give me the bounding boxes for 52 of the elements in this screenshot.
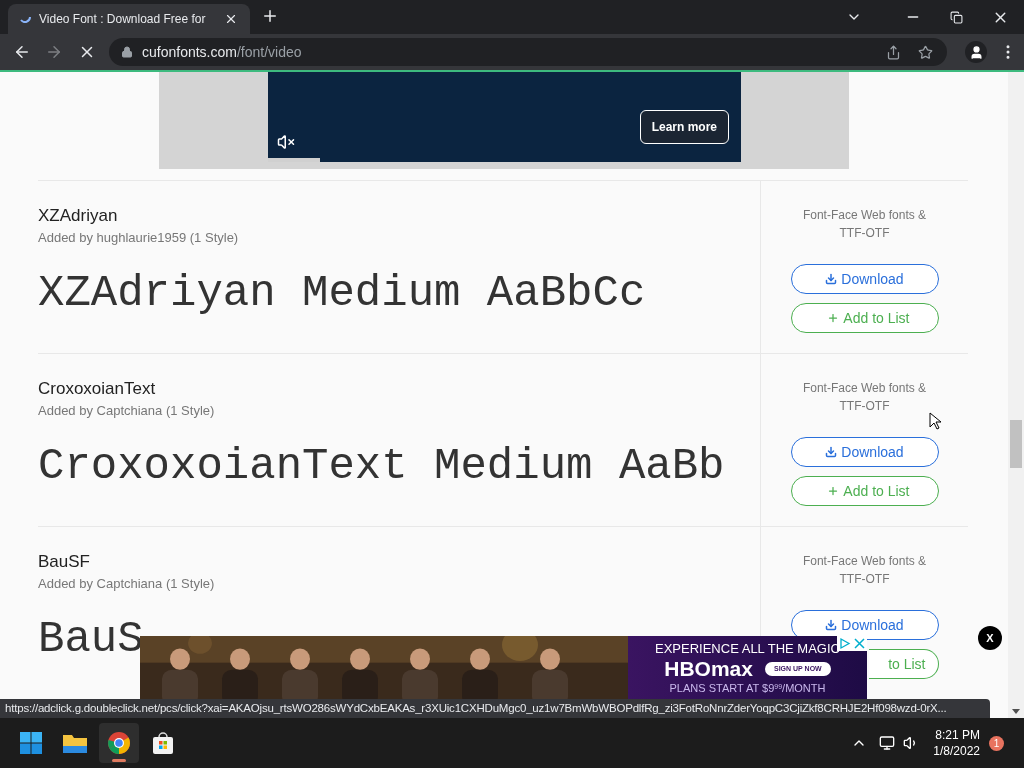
bookmark-star-icon[interactable] <box>918 44 933 60</box>
download-button[interactable]: Download <box>790 437 939 467</box>
tab-title: Video Font : Download Free for <box>39 11 207 28</box>
font-sample: CroxoxoianText Medium AaBb <box>38 440 725 492</box>
close-ad-icon[interactable] <box>852 636 867 651</box>
url-text: cufonfonts.com/font/video <box>142 42 302 62</box>
download-icon <box>825 619 838 631</box>
network-icon[interactable] <box>879 735 896 751</box>
profile-icon[interactable] <box>965 41 987 63</box>
learn-more-button[interactable]: Learn more <box>639 110 729 144</box>
browser-tab[interactable]: Video Font : Download Free for <box>8 4 250 34</box>
lock-icon <box>121 46 133 58</box>
status-url: https://adclick.g.doubleclick.net/pcs/click?xai=AKAOjsu_rtsWO286sWYdCxbEAKAs_r3XUic1CXHDuMgc0_uz1w7BmWbWBOPdlfRg_zi3FotRoNnrZderYoqpC3CjiZkf8CRHJE2Hf098wzd-0rX... <box>0 699 990 718</box>
font-byline: Added by Captchiana (1 Style) <box>38 575 216 593</box>
chrome-icon <box>107 731 131 755</box>
restore-icon[interactable] <box>950 10 963 24</box>
font-name[interactable]: BauSF <box>38 551 760 573</box>
ad-headline: EXPERIENCE ALL THE MAGIC <box>655 641 840 657</box>
download-button[interactable]: Download <box>790 610 939 640</box>
adchoices-icon[interactable] <box>837 636 852 651</box>
formats-label: Font-Face Web fonts & TTF-OTF <box>801 380 928 415</box>
back-icon[interactable] <box>13 43 31 61</box>
video-player[interactable]: Learn more <box>268 72 741 162</box>
windows-icon <box>19 731 43 755</box>
store-bag-icon <box>151 731 175 755</box>
clock-time[interactable]: 8:21 PM <box>935 727 980 743</box>
font-byline: Added by Captchiana (1 Style) <box>38 402 216 420</box>
clock-date[interactable]: 1/8/2022 <box>933 743 980 759</box>
close-tab-icon[interactable] <box>224 12 238 26</box>
download-button[interactable]: Download <box>790 264 939 294</box>
download-icon <box>825 273 838 285</box>
font-name[interactable]: XZAdriyan <box>38 205 760 227</box>
brand-logo: HBOmax <box>664 657 753 681</box>
font-sample: XZAdriyan Medium AaBbCc <box>38 267 646 319</box>
share-icon[interactable] <box>886 44 901 60</box>
font-name[interactable]: CroxoxoianText <box>38 378 760 400</box>
plus-icon <box>827 485 840 497</box>
formats-label: Font-Face Web fonts & TTF-OTF <box>801 207 928 242</box>
scroll-down-icon[interactable] <box>1012 709 1020 714</box>
download-icon <box>825 446 838 458</box>
plus-icon <box>827 312 840 324</box>
address-bar[interactable]: cufonfonts.com/font/video <box>109 38 947 66</box>
cursor-icon <box>929 412 941 430</box>
new-tab-icon[interactable] <box>261 7 279 25</box>
font-byline: Added by hughlaurie1959 (1 Style) <box>38 229 240 247</box>
ad-offer: PLANS START AT $9$^{99}$/MONTH <box>669 681 826 695</box>
formats-label: Font-Face Web fonts & TTF-OTF <box>801 553 928 588</box>
scrollbar-thumb[interactable] <box>1010 420 1022 468</box>
folder-icon <box>62 732 88 754</box>
forward-icon[interactable] <box>45 43 63 61</box>
muted-speaker-icon[interactable] <box>277 133 295 151</box>
taskbar-app[interactable] <box>99 723 139 763</box>
